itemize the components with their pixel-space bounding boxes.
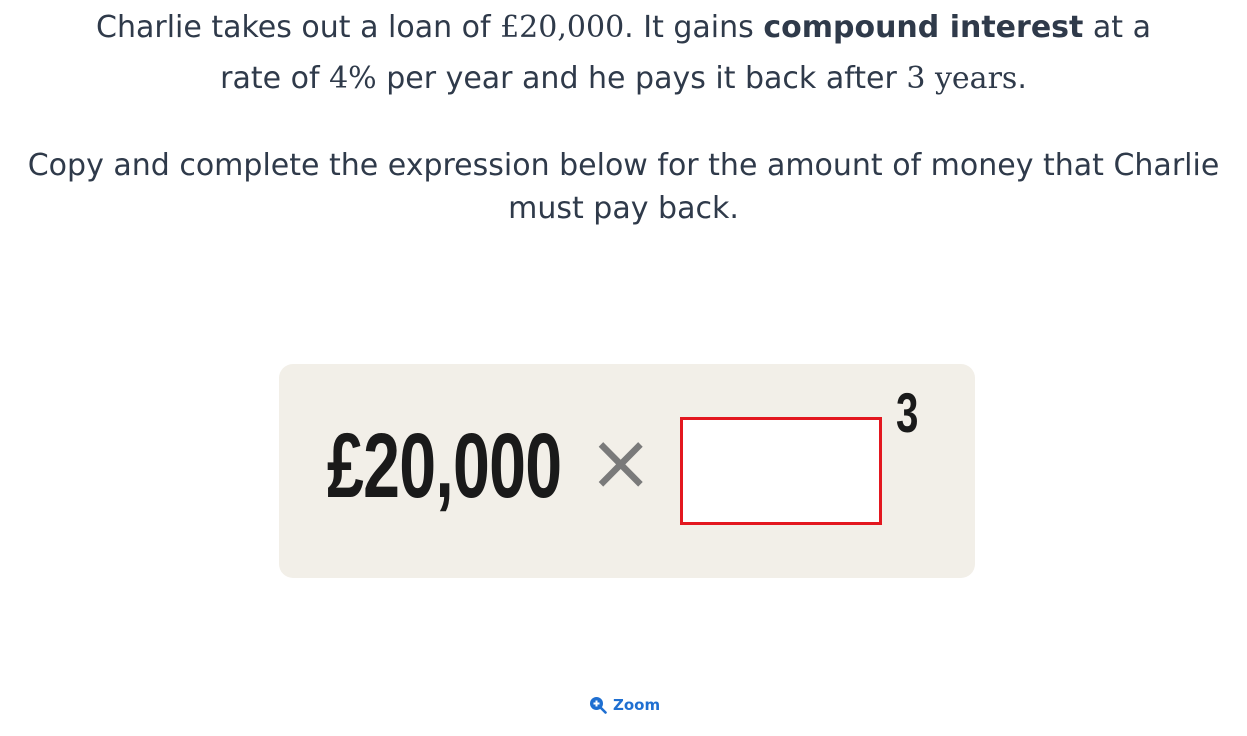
- zoom-in-icon: [589, 696, 607, 714]
- question-text-part: .: [1017, 61, 1027, 96]
- answer-blank-box: [680, 417, 882, 525]
- loan-years: 3 years: [906, 61, 1018, 96]
- question-text: Charlie takes out a loan of £20,000. It …: [0, 2, 1247, 104]
- question-text-part: rate of: [220, 61, 330, 96]
- instruction-text: Copy and complete the expression below f…: [27, 148, 1220, 226]
- compound-interest-term: compound interest: [763, 10, 1084, 45]
- loan-amount: £20,000: [500, 10, 625, 45]
- expression-exponent: 3: [896, 381, 919, 444]
- question-text-part: per year and he pays it back after: [376, 61, 907, 96]
- question-text-part: . It gains: [624, 10, 764, 45]
- zoom-button[interactable]: Zoom: [589, 696, 660, 714]
- question-text-part: at a: [1083, 10, 1151, 45]
- expression-amount: £20,000: [327, 415, 562, 517]
- zoom-label: Zoom: [613, 696, 661, 714]
- question-text-part: Charlie takes out a loan of: [96, 10, 501, 45]
- interest-rate: 4%: [329, 61, 377, 96]
- multiply-sign: ×: [588, 418, 654, 508]
